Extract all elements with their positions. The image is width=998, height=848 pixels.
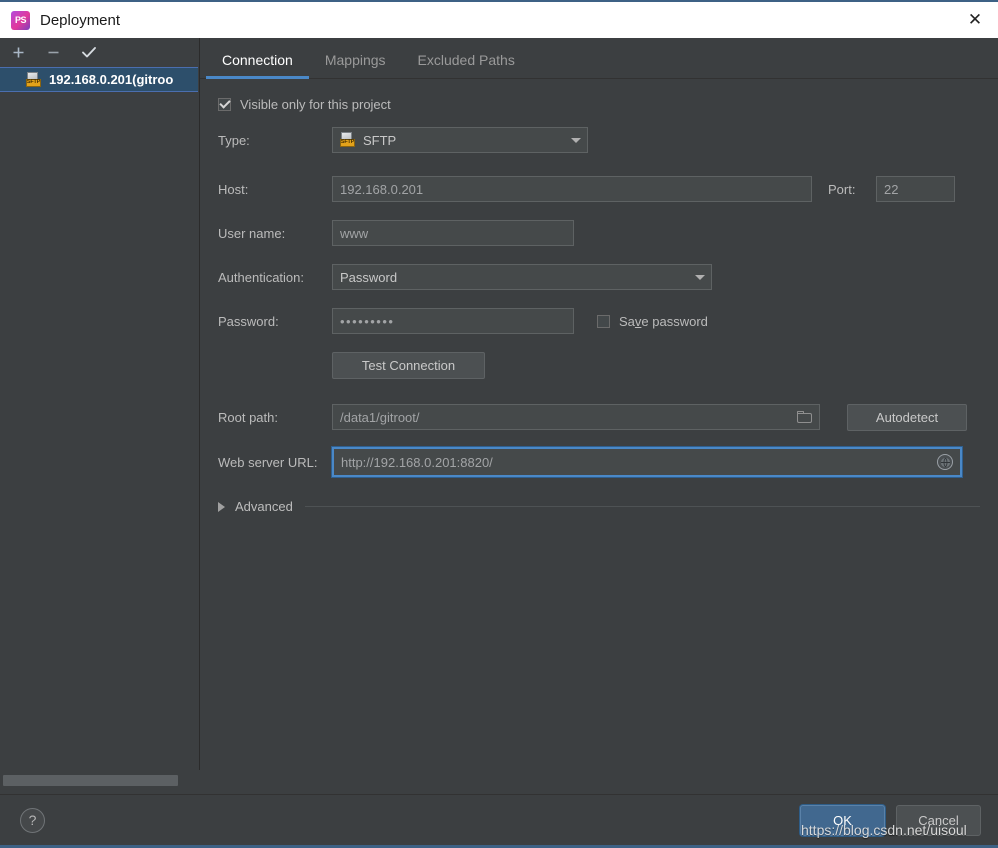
port-input-value: 22 <box>884 181 899 197</box>
phpstorm-icon: PS <box>11 10 30 30</box>
authentication-select-value: Password <box>340 269 398 285</box>
web-server-url-row: Web server URL: http://192.168.0.201:882… <box>200 447 998 477</box>
server-list-panel: SFTP 192.168.0.201(gitroo <box>0 38 200 794</box>
save-password-label-pre: Sa <box>619 313 635 329</box>
save-password-label: Save password <box>619 314 708 329</box>
window-title: Deployment <box>40 11 121 29</box>
web-server-url-label: Web server URL: <box>218 454 318 470</box>
autodetect-label: Autodetect <box>875 409 939 425</box>
password-row: Password: ••••••••• Save password <box>200 308 998 334</box>
ok-button-label: OK <box>833 812 852 828</box>
tab-excluded-paths-label: Excluded Paths <box>417 52 515 68</box>
type-label: Type: <box>218 132 250 148</box>
root-path-input-value: /data1/gitroot/ <box>340 409 420 425</box>
username-label: User name: <box>218 225 286 241</box>
visible-only-checkbox[interactable] <box>218 97 231 111</box>
sftp-icon: SFTP <box>340 132 356 148</box>
host-label: Host: <box>218 181 249 197</box>
tab-mappings-label: Mappings <box>324 52 386 68</box>
advanced-divider <box>304 506 980 507</box>
visible-only-row[interactable]: Visible only for this project <box>200 93 998 115</box>
visible-only-label: Visible only for this project <box>240 96 391 112</box>
type-row: Type: SFTP SFTP <box>200 127 998 153</box>
chevron-down-icon <box>695 274 705 280</box>
type-select[interactable]: SFTP SFTP <box>332 127 588 153</box>
tab-bar: Connection Mappings Excluded Paths <box>200 38 998 79</box>
add-server-button[interactable] <box>8 42 29 63</box>
sftp-icon: SFTP <box>26 71 42 88</box>
cancel-button[interactable]: Cancel <box>896 804 981 836</box>
authentication-select[interactable]: Password <box>332 264 712 290</box>
server-list-toolbar <box>0 38 199 67</box>
connection-form: Visible only for this project Type: SFTP… <box>200 79 998 794</box>
autodetect-button[interactable]: Autodetect <box>847 403 967 431</box>
host-input[interactable]: 192.168.0.201 <box>332 176 812 202</box>
web-server-url-input[interactable]: http://192.168.0.201:8820/ <box>332 447 962 477</box>
advanced-label: Advanced <box>235 499 293 514</box>
dialog-footer: ? OK Cancel <box>0 794 998 848</box>
window-title-bar: PS Deployment ✕ <box>0 0 998 38</box>
username-input[interactable]: www <box>332 220 574 246</box>
authentication-label: Authentication: <box>218 269 305 285</box>
chevron-right-icon <box>218 501 225 512</box>
root-path-row: Root path: /data1/gitroot/ Autodetect <box>200 403 998 431</box>
tab-excluded-paths[interactable]: Excluded Paths <box>402 42 531 78</box>
list-item[interactable]: SFTP 192.168.0.201(gitroo <box>0 67 198 92</box>
host-row: Host: 192.168.0.201 Port: 22 <box>200 176 998 202</box>
root-path-input[interactable]: /data1/gitroot/ <box>332 404 820 430</box>
authentication-row: Authentication: Password <box>200 264 998 290</box>
save-password-label-post: e password <box>641 313 708 329</box>
remove-server-button[interactable] <box>43 42 64 63</box>
list-item-label: 192.168.0.201(gitroo <box>49 72 174 87</box>
globe-icon[interactable] <box>937 454 953 470</box>
web-server-url-input-value: http://192.168.0.201:8820/ <box>341 454 493 470</box>
root-path-label: Root path: <box>218 409 278 425</box>
username-row: User name: www <box>200 220 998 246</box>
tab-mappings[interactable]: Mappings <box>309 42 402 78</box>
save-password-checkbox[interactable] <box>597 314 610 328</box>
cancel-button-label: Cancel <box>918 812 959 828</box>
password-label: Password: <box>218 313 279 329</box>
port-label: Port: <box>828 181 856 197</box>
folder-icon[interactable] <box>797 411 812 423</box>
set-default-server-button[interactable] <box>78 42 99 63</box>
password-input-value: ••••••••• <box>340 313 395 329</box>
test-connection-label: Test Connection <box>361 357 456 373</box>
host-input-value: 192.168.0.201 <box>340 181 424 197</box>
password-input[interactable]: ••••••••• <box>332 308 574 334</box>
connection-settings-panel: Connection Mappings Excluded Paths Visib… <box>200 38 998 794</box>
horizontal-scrollbar[interactable] <box>0 770 200 794</box>
test-connection-row: Test Connection <box>200 351 998 379</box>
tab-connection[interactable]: Connection <box>206 42 309 79</box>
question-mark-icon[interactable]: ? <box>20 807 45 833</box>
server-list[interactable]: SFTP 192.168.0.201(gitroo <box>0 67 198 770</box>
ok-button[interactable]: OK <box>800 804 885 836</box>
close-icon[interactable]: ✕ <box>952 2 998 38</box>
port-input[interactable]: 22 <box>876 176 955 202</box>
footer-buttons: OK Cancel <box>800 804 981 836</box>
test-connection-button[interactable]: Test Connection <box>332 351 485 379</box>
phpstorm-icon-text: PS <box>14 14 27 25</box>
type-select-value: SFTP <box>363 132 397 148</box>
scrollbar-thumb[interactable] <box>3 775 178 786</box>
username-input-value: www <box>340 225 369 241</box>
dialog-body: SFTP 192.168.0.201(gitroo Connection Map… <box>0 38 998 794</box>
tab-connection-label: Connection <box>222 52 293 68</box>
advanced-section-toggle[interactable]: Advanced <box>200 499 998 514</box>
chevron-down-icon <box>571 137 581 143</box>
